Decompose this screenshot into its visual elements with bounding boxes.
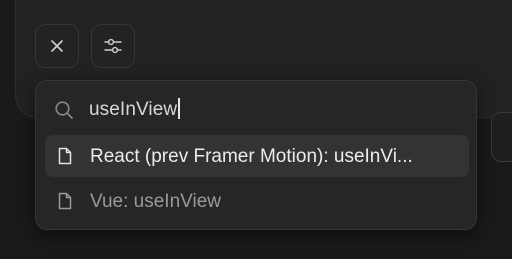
search-icon bbox=[54, 100, 74, 125]
filter-button[interactable] bbox=[91, 24, 135, 68]
search-popup: useInView React (prev Framer Motion): us… bbox=[35, 80, 477, 230]
close-button[interactable] bbox=[35, 24, 79, 68]
search-result-item[interactable]: Vue: useInView bbox=[45, 180, 469, 222]
text-caret bbox=[178, 98, 180, 119]
background-control bbox=[491, 112, 512, 162]
app-stage: useInView React (prev Framer Motion): us… bbox=[0, 0, 512, 259]
search-input[interactable]: useInView bbox=[89, 98, 180, 121]
search-input-value: useInView bbox=[89, 99, 178, 120]
search-result-label: React (prev Framer Motion): useInVi... bbox=[90, 146, 413, 167]
search-result-item[interactable]: React (prev Framer Motion): useInVi... bbox=[45, 135, 469, 177]
document-icon bbox=[57, 192, 73, 215]
search-result-label: Vue: useInView bbox=[90, 191, 221, 212]
close-icon bbox=[50, 39, 64, 53]
sliders-icon bbox=[103, 38, 123, 54]
search-row: useInView bbox=[36, 81, 476, 133]
document-icon bbox=[57, 147, 73, 170]
